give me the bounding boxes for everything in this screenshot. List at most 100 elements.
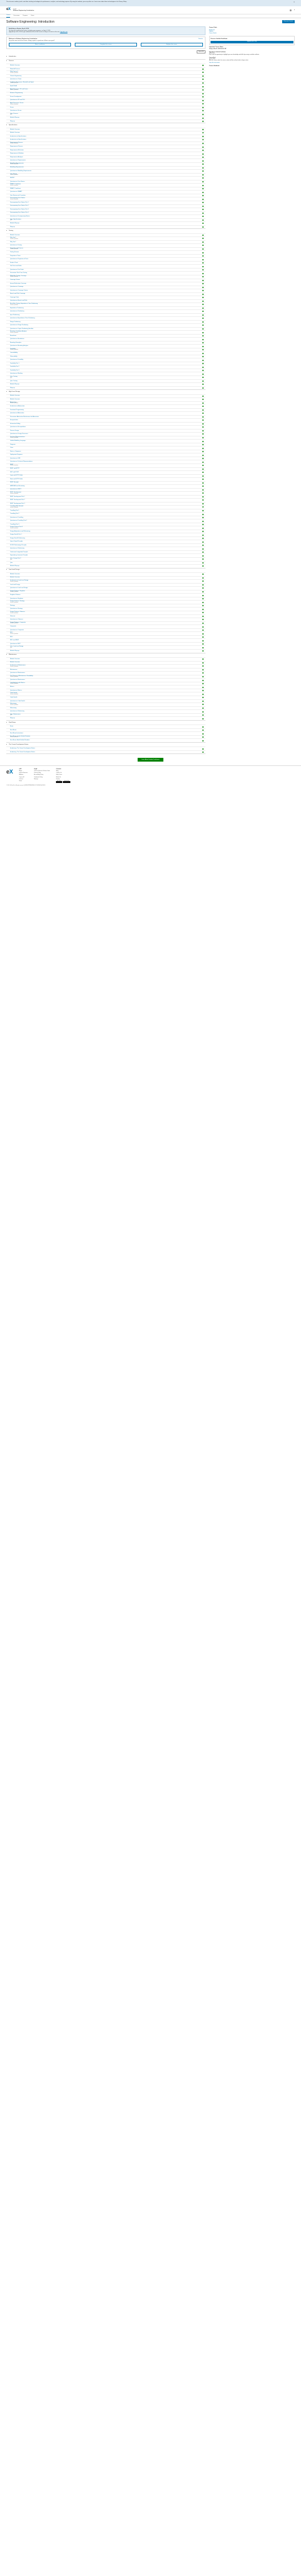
- subsection-link[interactable]: Testability Part 2: [10, 366, 19, 368]
- subsection-link[interactable]: Open-Closed Principle: [10, 541, 23, 543]
- subsection-link[interactable]: Questions on Strategy: [10, 608, 23, 610]
- subsection-link[interactable]: Questions on Equivalence Class Partition…: [10, 318, 35, 319]
- subsection-link[interactable]: Questions on SMART: [10, 191, 22, 193]
- subsection-link[interactable]: REST Example: [10, 482, 19, 484]
- subsection-link[interactable]: Introducing: The Career Development Seri…: [10, 748, 35, 750]
- subsection-link[interactable]: Questions on Encapsulation: [10, 426, 26, 428]
- subsection-link[interactable]: Module Overview: [10, 658, 19, 660]
- subsection-link[interactable]: Travelling Part 2: [10, 513, 19, 515]
- subsection-link[interactable]: Decomposing User Stories Part 2: [10, 205, 29, 207]
- course-details-link[interactable]: Course Details: [209, 33, 295, 34]
- subsection-link[interactable]: Questions on Testing: [10, 245, 22, 247]
- subsection-link[interactable]: Questions on Observer: [10, 619, 23, 621]
- subsection-link[interactable]: MVC and REST: [10, 640, 19, 641]
- subsection-link[interactable]: Questions on Travelling Part 2: [10, 520, 27, 522]
- subsection-link[interactable]: Extreme Programming: [10, 92, 23, 94]
- section-title[interactable]: Testing: [9, 230, 13, 232]
- subsection-link[interactable]: Testability Part 3: [10, 370, 19, 372]
- subsection-link[interactable]: Module Overview: [10, 65, 19, 67]
- subsection-link[interactable]: Low-Level Design: [10, 584, 20, 586]
- subsection-link[interactable]: Travelling Part 1: [10, 510, 19, 512]
- subsection-link[interactable]: Questions on Singleton: [10, 598, 23, 600]
- subsection-link[interactable]: Module Overview: [10, 577, 19, 579]
- subsection-link[interactable]: Questions on Range Partitioning: [10, 325, 28, 326]
- subsection-link[interactable]: REST Development Part 3: [10, 503, 25, 505]
- subsection-link[interactable]: Dependency Inversion Principle: [10, 555, 28, 557]
- subsection-row[interactable]: Wrap-up ✓: [6, 225, 205, 229]
- subsection-link[interactable]: Introducing: The Career Development Seri…: [10, 752, 35, 753]
- subsection-link[interactable]: Quiz: [10, 562, 13, 564]
- subsection-link[interactable]: Questions on UML: [10, 458, 21, 460]
- subsection-link[interactable]: Testing Process: [10, 252, 19, 253]
- footer-link[interactable]: Careers: [19, 779, 28, 780]
- subsection-link[interactable]: Deployment Diagrams: [10, 454, 23, 456]
- subsection-link[interactable]: Composite: [10, 626, 16, 628]
- subsection-link[interactable]: SOLID Refactorings Principle: [10, 545, 26, 547]
- subsection-link[interactable]: Exam: [10, 726, 13, 728]
- app-store-badge[interactable]: App Store: [56, 780, 62, 783]
- subsection-link[interactable]: Wrap-up: [10, 226, 15, 228]
- subsection-link[interactable]: Equivalence Partitioning: [10, 308, 23, 309]
- subsection-link[interactable]: Boundaries: [10, 335, 16, 337]
- subsection-link[interactable]: Module Wrap-up: [10, 117, 19, 119]
- upgrade-now-link[interactable]: Upgrade now: [60, 31, 68, 33]
- chevron-down-icon[interactable]: ▾: [6, 744, 8, 746]
- footer-link[interactable]: Help Center: [56, 774, 70, 775]
- subsection-link[interactable]: Scrum Development: [10, 96, 21, 98]
- subsection-link[interactable]: State vs. Sequence: [10, 451, 21, 453]
- subsection-link[interactable]: Questions on Chaos: [10, 79, 21, 80]
- subsection-link[interactable]: Unit Tests and Stubs: [10, 265, 21, 267]
- subsection-link[interactable]: Range Partitioning: [10, 321, 20, 323]
- all-dates-link[interactable]: View all course dates: [209, 62, 295, 64]
- subsection-row[interactable]: Module Wrap-up ✓: [6, 564, 205, 568]
- subsection-link[interactable]: Introduction to Abstraction: [10, 406, 25, 408]
- subsection-link[interactable]: Final Exam: Audit Verified Students: [10, 740, 30, 741]
- upgrade-button[interactable]: Upgrade ($99 USD): [211, 40, 293, 43]
- subsection-link[interactable]: Module Wrap-up: [10, 223, 19, 225]
- close-icon[interactable]: ×: [293, 1, 295, 7]
- goal-complete-button[interactable]: Complete the course: [74, 43, 137, 47]
- google-play-badge[interactable]: Google Play: [63, 780, 70, 783]
- subsection-link[interactable]: Module Overview: [10, 132, 19, 134]
- subsection-link[interactable]: Discussion: Real Case Testing: [10, 272, 27, 274]
- subsection-link[interactable]: Questions on Code Smells: [10, 701, 25, 702]
- subsection-link[interactable]: Information Hiding: [10, 423, 20, 425]
- subsection-link[interactable]: Questions on Low-Level Design: [10, 587, 28, 589]
- footer-link[interactable]: Accessibility Policy: [34, 774, 50, 775]
- chevron-down-icon[interactable]: ▾: [6, 654, 8, 656]
- subsection-link[interactable]: Decomposing User Stories Part 3: [10, 209, 29, 211]
- footer-edx-logo[interactable]: eX: [6, 769, 13, 783]
- subsection-link[interactable]: Questions on Partitioning: [10, 311, 24, 313]
- avatar[interactable]: [289, 9, 292, 11]
- subsection-link[interactable]: Questions on Refactoring: [10, 548, 25, 550]
- goal-certificate-button[interactable]: Earn a certificate: [9, 43, 71, 47]
- chevron-down-icon[interactable]: ▾: [6, 722, 8, 724]
- subsection-link[interactable]: Module Wrap-up: [10, 650, 19, 652]
- subsection-link[interactable]: Requirements Validation: [10, 153, 24, 155]
- edx-logo[interactable]: eX: [6, 8, 11, 13]
- subsection-link[interactable]: INVEST: [10, 177, 14, 179]
- subsection-link[interactable]: Properties of Tests: [10, 255, 21, 257]
- section-title[interactable]: Process: [9, 60, 14, 62]
- expand-all-button[interactable]: Expand All: [197, 50, 205, 54]
- subsection-link[interactable]: Branch and Path Coverage: [10, 293, 25, 295]
- chevron-down-icon[interactable]: ▾: [6, 230, 8, 232]
- subsection-link[interactable]: Input Partitioning: [10, 314, 19, 316]
- section-title[interactable]: The Career Development Series: [9, 744, 28, 746]
- subsection-link[interactable]: Questions on Requirements: [10, 160, 26, 162]
- subsection-link[interactable]: Code Smells: [10, 697, 17, 699]
- subsection-link[interactable]: Introduction to Specifications: [10, 139, 26, 141]
- subsection-link[interactable]: Questions on Maintenance: [10, 672, 25, 674]
- chevron-down-icon[interactable]: ▾: [6, 569, 8, 571]
- subsection-link[interactable]: Continuous Integration Principle: [10, 552, 28, 553]
- subsection-link[interactable]: Wrap-up: [10, 387, 15, 389]
- subsection-link[interactable]: Questions on Properties of Tests: [10, 258, 28, 260]
- subsection-link[interactable]: Module Overview: [10, 235, 19, 236]
- subsection-link[interactable]: Wrap-up: [10, 121, 15, 123]
- subsection-link[interactable]: Wrap-up: [10, 718, 15, 719]
- subsection-link[interactable]: Final Exam: [10, 730, 16, 731]
- subsection-link[interactable]: Functional Programming: [10, 409, 24, 411]
- footer-link[interactable]: News: [19, 780, 28, 782]
- subsection-link[interactable]: Questions on User Stories: [10, 181, 25, 183]
- chevron-down-icon[interactable]: ▾: [6, 60, 8, 62]
